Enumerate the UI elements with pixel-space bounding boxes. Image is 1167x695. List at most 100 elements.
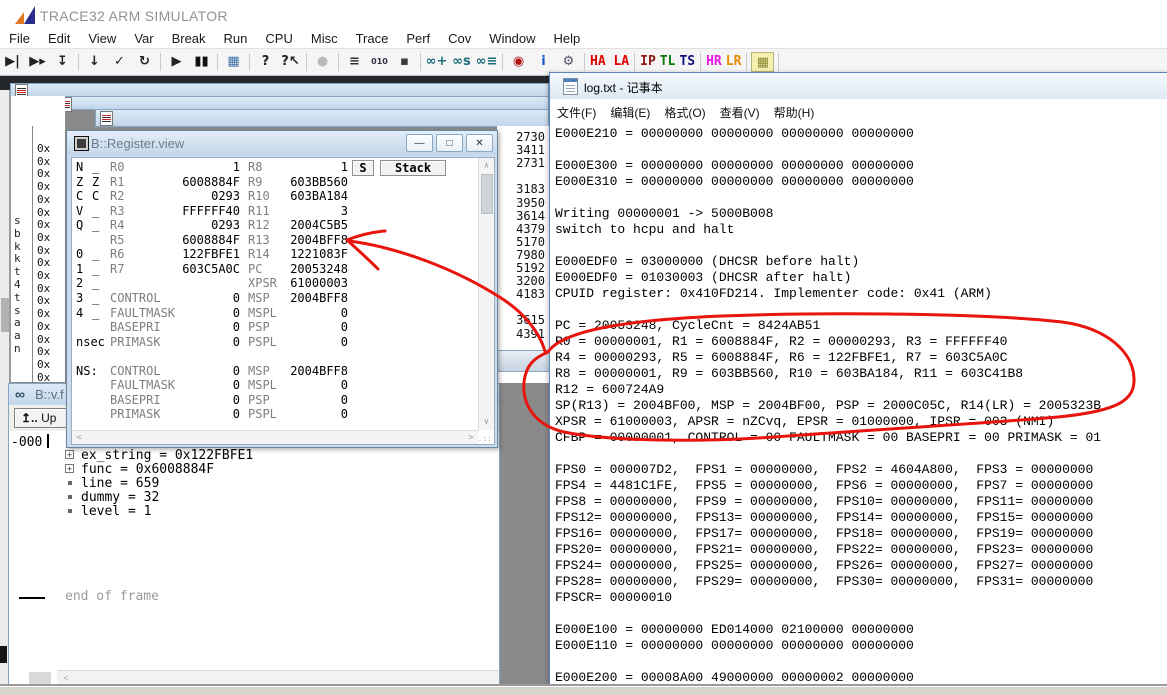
context-help-icon[interactable]: ?↖	[279, 52, 302, 72]
tl-label[interactable]: TL	[660, 52, 676, 72]
notepad-menu-item[interactable]: 帮助(H)	[767, 99, 822, 121]
variable-list[interactable]: assert_happened = 0+ex_string = 0x122FBF…	[57, 431, 483, 670]
variable-item[interactable]: line = 659	[65, 476, 159, 490]
notepad-menu-item[interactable]: 查看(V)	[713, 99, 767, 121]
register-row[interactable]: ZZR16008884FR9603BB560	[72, 175, 494, 190]
menu-item-help[interactable]: Help	[545, 30, 590, 47]
variable-item[interactable]: dummy = 32	[65, 490, 159, 504]
clipped-number: 3615	[516, 313, 545, 327]
menu-item-view[interactable]: View	[79, 30, 125, 47]
register-row[interactable]	[72, 349, 494, 364]
register-row[interactable]: 1_R7603C5A0CPC20053248	[72, 262, 494, 277]
register-row[interactable]: 4_FAULTMASK0MSPL0	[72, 306, 494, 321]
register-row[interactable]: nsecPRIMASK0PSPL0	[72, 335, 494, 350]
variable-item[interactable]: +ex_string = 0x122FBFE1	[65, 448, 253, 462]
register-window-titlebar[interactable]: B::Register.view — □ ✕	[67, 131, 497, 155]
menu-item-var[interactable]: Var	[125, 30, 162, 47]
notepad-line: CFBP = 00000001, CONTROL = 00 FAULTMASK …	[555, 430, 1101, 446]
scroll-left-icon[interactable]: <	[74, 433, 84, 443]
scroll-down-icon[interactable]: ∨	[479, 417, 494, 427]
notepad-titlebar[interactable]: log.txt - 记事本	[550, 73, 1167, 100]
register-hscrollbar[interactable]: < >	[72, 430, 478, 444]
break-icon[interactable]: ▮▮	[190, 52, 213, 72]
variable-item[interactable]: level = 1	[65, 504, 151, 518]
ip-label[interactable]: IP	[640, 52, 656, 72]
lr-label[interactable]: LR	[726, 52, 742, 72]
s-button[interactable]: S	[352, 160, 374, 176]
menu-item-cov[interactable]: Cov	[439, 30, 480, 47]
hex-address-row: 0x	[37, 333, 50, 346]
register-row[interactable]: 3_CONTROL0MSP2004BFF8	[72, 291, 494, 306]
ts-label[interactable]: TS	[679, 52, 695, 72]
scroll-left-icon[interactable]: <	[61, 673, 71, 683]
register-row[interactable]: PRIMASK0PSPL0	[72, 407, 494, 422]
register-row[interactable]: V_R3FFFFFF40R113	[72, 204, 494, 219]
go-icon[interactable]: ▶	[165, 52, 188, 72]
minimize-button[interactable]: —	[406, 134, 433, 152]
background-window-3-titlebar[interactable]	[95, 109, 549, 127]
register-row[interactable]: 0_R6122FBFE1R141221083F	[72, 247, 494, 262]
ha-la-label[interactable]: HA LA	[590, 52, 629, 72]
stack-button[interactable]: Stack	[380, 160, 446, 176]
list-icon[interactable]: ≡	[343, 52, 366, 72]
menu-item-trace[interactable]: Trace	[347, 30, 398, 47]
maximize-button[interactable]: □	[436, 134, 463, 152]
menu-item-perf[interactable]: Perf	[397, 30, 439, 47]
debugger-icon[interactable]: ◉	[507, 52, 530, 72]
scrollbar-thumb[interactable]	[481, 174, 493, 214]
hex-address-row: 0x	[37, 244, 50, 257]
register-vscrollbar[interactable]: ∧ ∨	[478, 158, 494, 430]
mode-icon[interactable]: ▦	[222, 52, 245, 72]
menu-item-cpu[interactable]: CPU	[256, 30, 301, 47]
menu-item-break[interactable]: Break	[163, 30, 215, 47]
expand-icon[interactable]: +	[65, 450, 74, 459]
breakpoint-add-icon[interactable]: ∞+	[425, 52, 448, 72]
notepad-menu-item[interactable]: 编辑(E)	[603, 99, 657, 121]
register-grid-icon[interactable]: ▦	[751, 52, 774, 72]
menu-item-edit[interactable]: Edit	[39, 30, 79, 47]
variable-hscrollbar[interactable]: <	[57, 670, 499, 686]
register-content[interactable]: N_R01R81ZZR16008884FR9603BB560CCR20293R1…	[71, 157, 495, 445]
tools-icon[interactable]: ⚙	[557, 52, 580, 72]
register-row[interactable]: R56008884FR132004BFF8	[72, 233, 494, 248]
notepad-line: FPS24= 00000000, FPS25= 00000000, FPS26=…	[555, 558, 1093, 574]
register-row[interactable]: BASEPRI0PSP0	[72, 320, 494, 335]
register-row[interactable]: NS:CONTROL0MSP2004BFF8	[72, 364, 494, 379]
register-row[interactable]: BASEPRI0PSP0	[72, 393, 494, 408]
hex-address-row: 0x	[37, 256, 50, 269]
expand-icon[interactable]: +	[65, 464, 74, 473]
notepad-menu-item[interactable]: 文件(F)	[550, 99, 603, 121]
clipped-letter: t	[14, 265, 21, 278]
register-value: 603C5A0C	[110, 262, 240, 277]
variable-item[interactable]: +func = 0x6008884F	[65, 462, 214, 476]
step-out-icon[interactable]: ↧	[51, 52, 74, 72]
register-row[interactable]: FAULTMASK0MSPL0	[72, 378, 494, 393]
background-window-2-titlebar[interactable]	[54, 96, 549, 110]
hr-label[interactable]: HR	[706, 52, 722, 72]
data-dump-icon[interactable]: 010 101	[368, 52, 391, 72]
flag-cell: 1	[76, 262, 83, 277]
go-up-icon[interactable]: ↻	[133, 52, 156, 72]
scroll-up-icon[interactable]: ∧	[479, 161, 494, 171]
register-row[interactable]: Q_R40293R122004C5B5	[72, 218, 494, 233]
background-window-1-titlebar[interactable]	[10, 83, 549, 97]
breakpoint-set-icon[interactable]: ∞s	[450, 52, 473, 72]
stop-icon[interactable]: ●	[311, 52, 334, 72]
chip-icon[interactable]: ▪	[393, 52, 416, 72]
register-row[interactable]: 2_XPSR61000003	[72, 276, 494, 291]
scroll-right-icon[interactable]: >	[466, 433, 476, 443]
register-row[interactable]: CCR20293R10603BA184	[72, 189, 494, 204]
close-button[interactable]: ✕	[466, 134, 493, 152]
menu-item-misc[interactable]: Misc	[302, 30, 347, 47]
menu-item-window[interactable]: Window	[480, 30, 544, 47]
go-till-icon[interactable]: ↓	[83, 52, 106, 72]
breakpoint-list-icon[interactable]: ∞≡	[475, 52, 498, 72]
resize-grip[interactable]: .::	[478, 434, 492, 443]
help-icon[interactable]: ?	[254, 52, 277, 72]
notepad-text-area[interactable]: E000E210 = 00000000 00000000 00000000 00…	[551, 124, 1167, 687]
go-return-icon[interactable]: ✓	[108, 52, 131, 72]
system-info-icon[interactable]: i	[532, 52, 555, 72]
notepad-menu-item[interactable]: 格式(O)	[657, 99, 712, 121]
main-title-bar[interactable]: TRACE32 ARM SIMULATOR	[0, 0, 1167, 30]
menu-item-run[interactable]: Run	[215, 30, 257, 47]
